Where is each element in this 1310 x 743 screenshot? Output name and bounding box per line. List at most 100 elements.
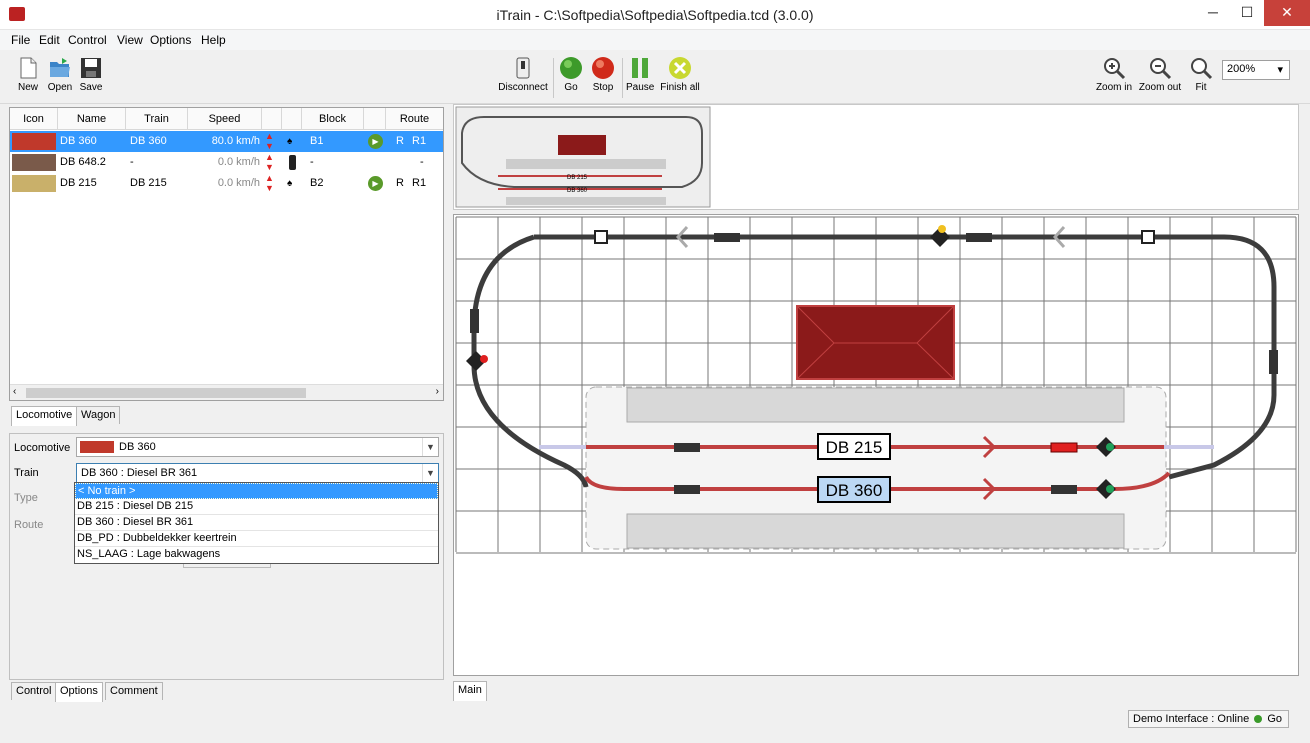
chevron-down-icon: ▾: [1277, 64, 1283, 76]
train-option[interactable]: < No train >: [75, 483, 438, 499]
new-label: New: [17, 82, 38, 93]
block-marker: [966, 233, 992, 242]
pause-button[interactable]: Pause: [626, 56, 654, 93]
fit-label: Fit: [1195, 82, 1207, 93]
finish-all-button[interactable]: Finish all: [659, 56, 701, 93]
tab-main[interactable]: Main: [453, 681, 487, 701]
go-label: Go: [564, 82, 578, 93]
signal-icon: ♠: [287, 136, 293, 147]
route-direction: R: [396, 177, 404, 189]
column-header-state[interactable]: [364, 108, 386, 130]
menu-file[interactable]: File: [11, 33, 30, 47]
scroll-right-icon[interactable]: ›: [436, 386, 439, 397]
scroll-left-icon[interactable]: ‹: [13, 386, 16, 397]
direction-arrows-icon[interactable]: ▲ ▼: [265, 131, 274, 152]
track-layout-view[interactable]: DB 215 DB 360: [453, 214, 1299, 676]
horizontal-scrollbar[interactable]: ‹ ›: [10, 384, 443, 400]
train-option[interactable]: DB 215 : Diesel DB 215: [75, 499, 438, 515]
loco-block: -: [310, 156, 314, 168]
table-row[interactable]: DB 360 DB 360 80.0 km/h ▲ ▼ ♠ B1 ▶ R R1: [10, 131, 443, 152]
minimize-button[interactable]: ─: [1196, 0, 1230, 26]
loco-train: DB 360: [130, 135, 167, 147]
train-option[interactable]: DB 360 : Diesel BR 361: [75, 515, 438, 531]
loco-speed: 0.0 km/h: [217, 177, 260, 189]
zoom-level-select[interactable]: 200% ▾: [1222, 60, 1290, 80]
loco-route: -: [420, 156, 424, 168]
pause-icon: [632, 58, 648, 78]
menu-edit[interactable]: Edit: [39, 33, 60, 47]
menu-options[interactable]: Options: [150, 33, 191, 47]
finish-x-icon: [669, 57, 691, 79]
column-header-speed[interactable]: Speed: [188, 108, 262, 130]
column-header-train[interactable]: Train: [126, 108, 188, 130]
outer-track: [471, 234, 589, 488]
status-dot-icon: [1254, 715, 1263, 723]
train-option[interactable]: DB_PD : Dubbeldekker keertrein: [75, 531, 438, 547]
locomotive-table: Icon Name Train Speed Block Route DB 360…: [9, 107, 444, 401]
route-label: Route: [14, 519, 44, 531]
locomotive-thumbnail: [12, 175, 56, 192]
disconnect-button[interactable]: Disconnect: [497, 56, 549, 93]
menu-control[interactable]: Control: [68, 33, 107, 47]
zoom-in-icon: [1104, 58, 1126, 80]
tab-wagon[interactable]: Wagon: [76, 406, 121, 424]
save-label: Save: [79, 82, 103, 93]
play-icon[interactable]: ▶: [368, 176, 383, 191]
column-header-direction[interactable]: [262, 108, 282, 130]
power-state: Go: [1267, 713, 1282, 725]
loco-train: -: [130, 156, 134, 168]
column-header-block[interactable]: Block: [302, 108, 364, 130]
save-button[interactable]: Save: [77, 56, 105, 93]
scrollbar-thumb[interactable]: [26, 388, 306, 398]
table-row[interactable]: DB 215 DB 215 0.0 km/h ▲ ▼ ♠ B2 ▶ R R1: [10, 173, 443, 194]
go-button[interactable]: Go: [558, 56, 584, 93]
signal-icon: [289, 155, 296, 170]
close-button[interactable]: ✕: [1264, 0, 1310, 26]
overview-station: [558, 135, 606, 155]
train-dropdown-list[interactable]: < No train > DB 215 : Diesel DB 215 DB 3…: [74, 482, 439, 564]
zoom-out-icon: [1150, 58, 1172, 80]
open-button[interactable]: Open: [45, 56, 75, 93]
toolbar: New Open Save Disconnect Go Stop Pause F…: [0, 50, 1310, 104]
direction-arrows-icon[interactable]: ▲ ▼: [265, 152, 274, 173]
locomotive-select[interactable]: DB 360 ▼: [76, 437, 439, 457]
platform: [626, 387, 1125, 423]
new-button[interactable]: New: [14, 56, 42, 93]
interface-label: Demo Interface :: [1133, 713, 1215, 725]
green-light-icon: [560, 57, 582, 79]
loco-block: B1: [310, 135, 324, 147]
locomotive-thumbnail: [12, 133, 56, 150]
column-header-name[interactable]: Name: [58, 108, 126, 130]
stop-button[interactable]: Stop: [589, 56, 617, 93]
zoom-out-label: Zoom out: [1138, 82, 1182, 93]
signal-icon[interactable]: [930, 225, 950, 247]
menu-view[interactable]: View: [117, 33, 143, 47]
layout-overview[interactable]: DB 215 DB 360: [453, 104, 1299, 210]
play-icon[interactable]: ▶: [368, 134, 383, 149]
column-header-route[interactable]: Route: [386, 108, 443, 130]
maximize-button[interactable]: ☐: [1230, 0, 1264, 26]
train-option[interactable]: NS_LAAG : Lage bakwagens: [75, 547, 438, 563]
train-select[interactable]: DB 360 : Diesel BR 361 ▼: [76, 463, 439, 483]
loco-route: R1: [412, 135, 427, 147]
block-marker: [470, 309, 479, 333]
open-label: Open: [47, 82, 73, 93]
menu-help[interactable]: Help: [201, 33, 226, 47]
zoom-out-button[interactable]: Zoom out: [1137, 56, 1183, 93]
column-header-signal[interactable]: [282, 108, 302, 130]
tab-control[interactable]: Control: [11, 682, 57, 700]
tab-locomotive[interactable]: Locomotive: [11, 406, 78, 426]
sensor-icon[interactable]: [594, 230, 608, 244]
locomotive-value: DB 360: [119, 441, 156, 453]
loco-name: DB 648.2: [60, 156, 106, 168]
sensor-icon[interactable]: [1141, 230, 1155, 244]
tab-comment[interactable]: Comment: [105, 682, 163, 700]
fit-button[interactable]: Fit: [1188, 56, 1214, 93]
zoom-in-button[interactable]: Zoom in: [1094, 56, 1134, 93]
direction-arrows-icon[interactable]: ▲ ▼: [265, 173, 274, 194]
tab-options[interactable]: Options: [55, 682, 103, 702]
column-header-icon[interactable]: Icon: [10, 108, 58, 130]
signal-icon[interactable]: [466, 351, 488, 371]
table-row[interactable]: DB 648.2 - 0.0 km/h ▲ ▼ - -: [10, 152, 443, 173]
overview-train-label: DB 360: [567, 188, 588, 194]
